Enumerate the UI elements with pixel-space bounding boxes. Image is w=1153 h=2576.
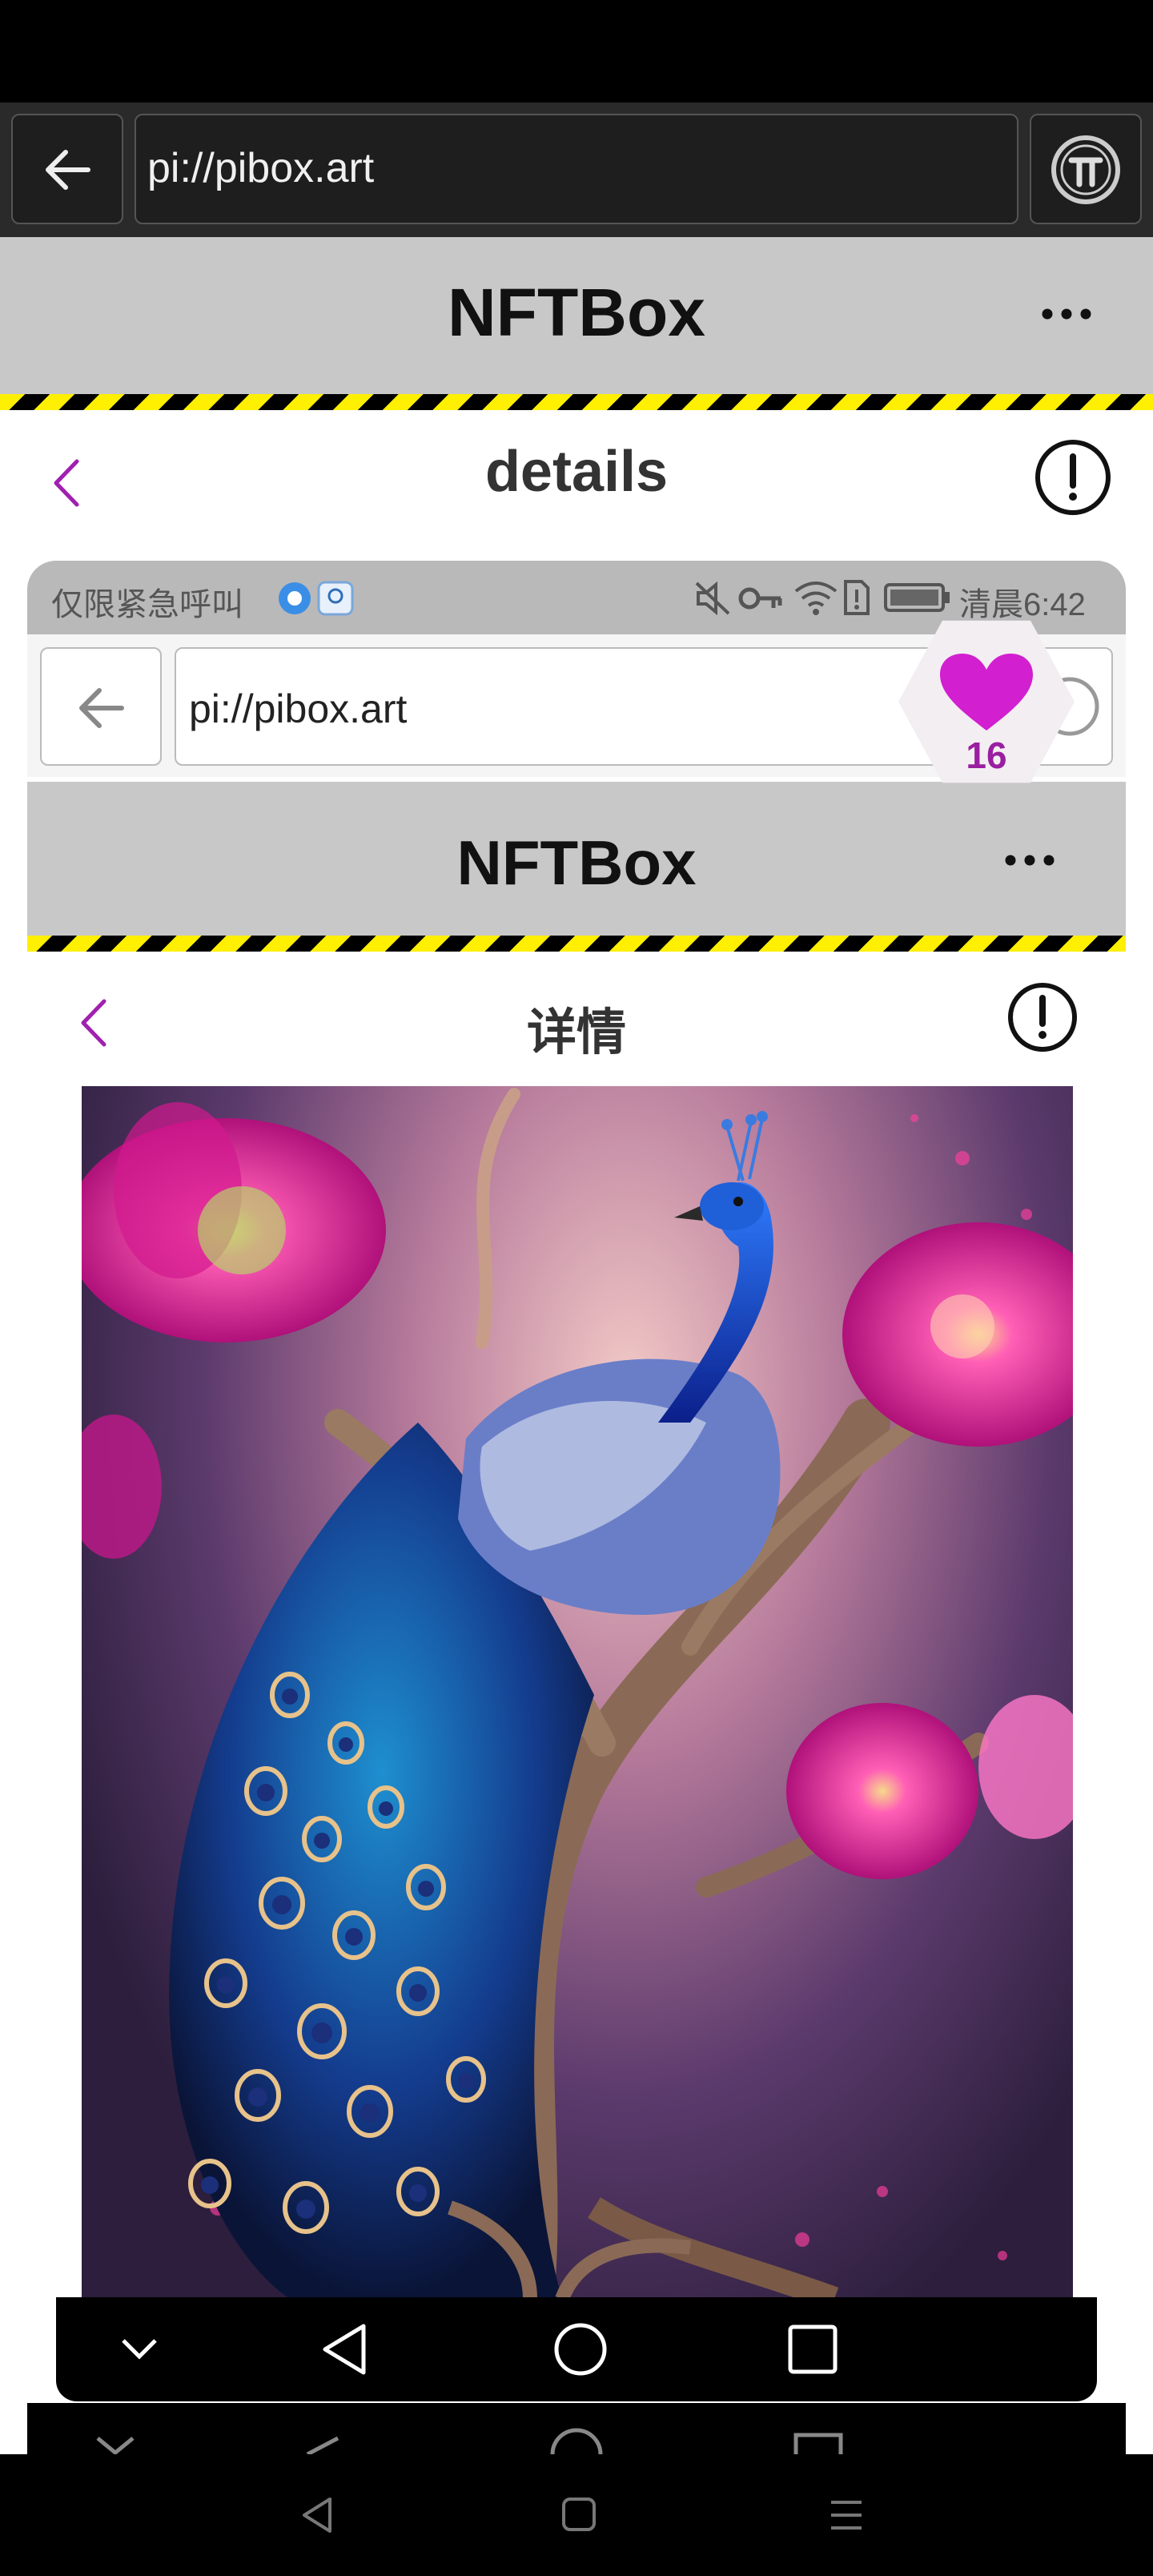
top-status-area: [0, 0, 1153, 103]
app-header: NFTBox: [0, 237, 1153, 394]
ghost-nav-bar: [27, 2403, 1126, 2454]
back-arrow-icon: [42, 144, 93, 195]
more-icon: [1004, 854, 1055, 867]
mute-icon: [693, 580, 732, 617]
more-icon: [1041, 308, 1092, 320]
inner-url-text: pi://pibox.art: [189, 686, 408, 731]
sim-icon: [842, 578, 871, 617]
info-icon: [1006, 980, 1079, 1054]
nav-down-icon[interactable]: [120, 2332, 159, 2365]
browser-back-button[interactable]: [11, 114, 123, 224]
inner-page-title: 详情: [526, 1005, 626, 1061]
more-menu-button[interactable]: [1038, 285, 1095, 343]
pi-browser-button[interactable]: [1030, 114, 1142, 224]
pi-logo-icon: [1049, 133, 1123, 207]
wifi-icon: [793, 578, 839, 617]
nft-artwork-image[interactable]: [82, 1086, 1073, 2299]
heart-icon: [937, 652, 1036, 732]
browser-url-field[interactable]: pi://pibox.art: [135, 114, 1018, 224]
inner-app-title: NFTBox: [456, 827, 697, 898]
app-badge-icon: [277, 580, 356, 617]
nav-back-icon[interactable]: [299, 2496, 335, 2534]
status-time: 清晨6:42: [959, 587, 1086, 622]
inner-report-button[interactable]: [1006, 980, 1079, 1054]
browser-url-text: pi://pibox.art: [147, 145, 375, 191]
emergency-call-text: 仅限紧急呼叫: [51, 587, 243, 622]
page-title: details: [484, 440, 669, 504]
nav-back-icon[interactable]: [320, 2321, 368, 2377]
peacock-painting: [82, 1088, 1073, 2299]
battery-icon: [884, 583, 951, 612]
inner-more-button[interactable]: [1001, 836, 1059, 884]
system-nav-bar: [0, 2454, 1153, 2576]
inner-hazard-stripe: [27, 936, 1126, 952]
key-icon: [738, 585, 783, 612]
page-header: details: [0, 410, 1153, 561]
nav-home-icon[interactable]: [560, 2496, 597, 2533]
back-arrow-icon: [75, 682, 127, 734]
nav-recents-icon[interactable]: [786, 2323, 839, 2376]
report-button[interactable]: [1033, 437, 1113, 517]
nav-home-icon[interactable]: [552, 2321, 609, 2377]
nav-menu-icon[interactable]: [828, 2498, 865, 2533]
inner-app-header: NFTBox: [27, 782, 1126, 936]
app-title: NFTBox: [448, 275, 705, 350]
inner-nav-bar: [56, 2297, 1097, 2401]
inner-back-button[interactable]: [40, 647, 162, 766]
hazard-stripe-divider: [0, 394, 1153, 410]
info-icon: [1033, 437, 1113, 517]
